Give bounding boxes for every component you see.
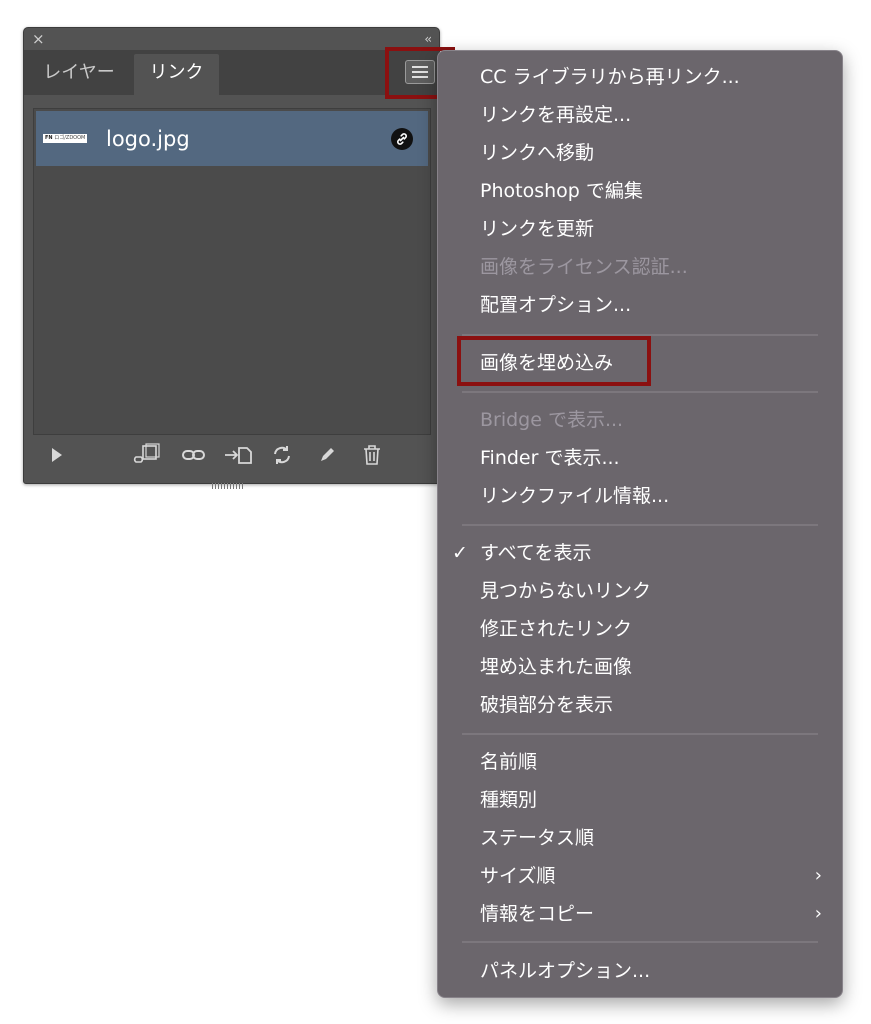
menu-separator xyxy=(462,733,818,735)
tab-links[interactable]: リンク xyxy=(134,54,219,95)
menu-item-relink[interactable]: リンクを再設定... xyxy=(480,98,631,132)
menu-item-missing-links[interactable]: 見つからないリンク xyxy=(480,574,651,608)
menu-item-update-link[interactable]: リンクを更新 xyxy=(480,212,594,246)
tab-layers[interactable]: レイヤー xyxy=(24,54,134,95)
panel-titlebar: × ‹‹ xyxy=(24,28,439,50)
link-name: logo.jpg xyxy=(106,127,190,151)
menu-item-sort-status[interactable]: ステータス順 xyxy=(480,821,594,855)
menu-item-embedded-images[interactable]: 埋め込まれた画像 xyxy=(480,650,632,684)
menu-item-panel-options[interactable]: パネルオプション... xyxy=(480,954,650,988)
links-list: FN ロゴ/ZDOOM logo.jpg xyxy=(33,108,431,435)
menu-item-sort-type[interactable]: 種類別 xyxy=(480,783,537,817)
chain-link-icon xyxy=(391,128,413,150)
link-thumbnail: FN ロゴ/ZDOOM xyxy=(43,134,87,143)
menu-item-placement-options[interactable]: 配置オプション... xyxy=(480,288,631,322)
panel-toolbar xyxy=(24,438,439,474)
edit-original-icon[interactable] xyxy=(314,438,340,472)
menu-item-show-broken[interactable]: 破損部分を表示 xyxy=(480,688,613,722)
chevron-right-icon: › xyxy=(814,865,822,886)
panel-tabbar: レイヤー リンク xyxy=(24,50,439,95)
panel-flyout-menu: CC ライブラリから再リンク... リンクを再設定... リンクへ移動 Phot… xyxy=(437,50,843,998)
link-row-logo[interactable]: FN ロゴ/ZDOOM logo.jpg xyxy=(36,111,428,166)
menu-item-reveal-bridge: Bridge で表示... xyxy=(480,409,624,431)
menu-item-modified-links[interactable]: 修正されたリンク xyxy=(480,612,632,646)
menu-item-show-all[interactable]: すべてを表示 xyxy=(480,536,592,570)
menu-separator xyxy=(462,391,818,393)
update-link-icon[interactable] xyxy=(269,438,295,472)
menu-item-embed-image[interactable]: 画像を埋め込み xyxy=(480,346,613,380)
relink-icon[interactable] xyxy=(179,438,209,472)
menu-separator xyxy=(462,334,818,336)
menu-item-goto-link[interactable]: リンクへ移動 xyxy=(480,136,594,170)
links-panel: × ‹‹ レイヤー リンク FN ロゴ/ZDOOM logo.jpg xyxy=(23,27,440,489)
trash-icon[interactable] xyxy=(359,438,385,472)
hamburger-menu-icon[interactable] xyxy=(405,60,435,84)
relink-cc-library-icon[interactable] xyxy=(129,438,163,472)
menu-item-link-file-info[interactable]: リンクファイル情報... xyxy=(480,479,669,513)
chevron-right-icon: › xyxy=(814,903,822,924)
menu-item-edit-photoshop[interactable]: Photoshop で編集 xyxy=(480,174,643,208)
goto-link-icon[interactable] xyxy=(222,438,254,472)
menu-item-sort-name[interactable]: 名前順 xyxy=(480,745,537,779)
collapse-icon[interactable]: ‹‹ xyxy=(424,30,431,48)
menu-item-reveal-finder[interactable]: Finder で表示... xyxy=(480,441,620,475)
checkmark-icon: ✓ xyxy=(452,542,468,564)
menu-item-relink-cc-library[interactable]: CC ライブラリから再リンク... xyxy=(480,60,740,94)
menu-item-copy-info[interactable]: 情報をコピー xyxy=(480,897,594,931)
menu-item-sort-size[interactable]: サイズ順 xyxy=(480,859,555,893)
close-icon[interactable]: × xyxy=(32,29,45,49)
menu-separator xyxy=(462,941,818,943)
play-triangle-icon[interactable] xyxy=(48,438,66,472)
menu-separator xyxy=(462,524,818,526)
panel-resize-grip[interactable] xyxy=(212,474,252,489)
menu-item-license-image: 画像をライセンス認証... xyxy=(480,256,688,278)
